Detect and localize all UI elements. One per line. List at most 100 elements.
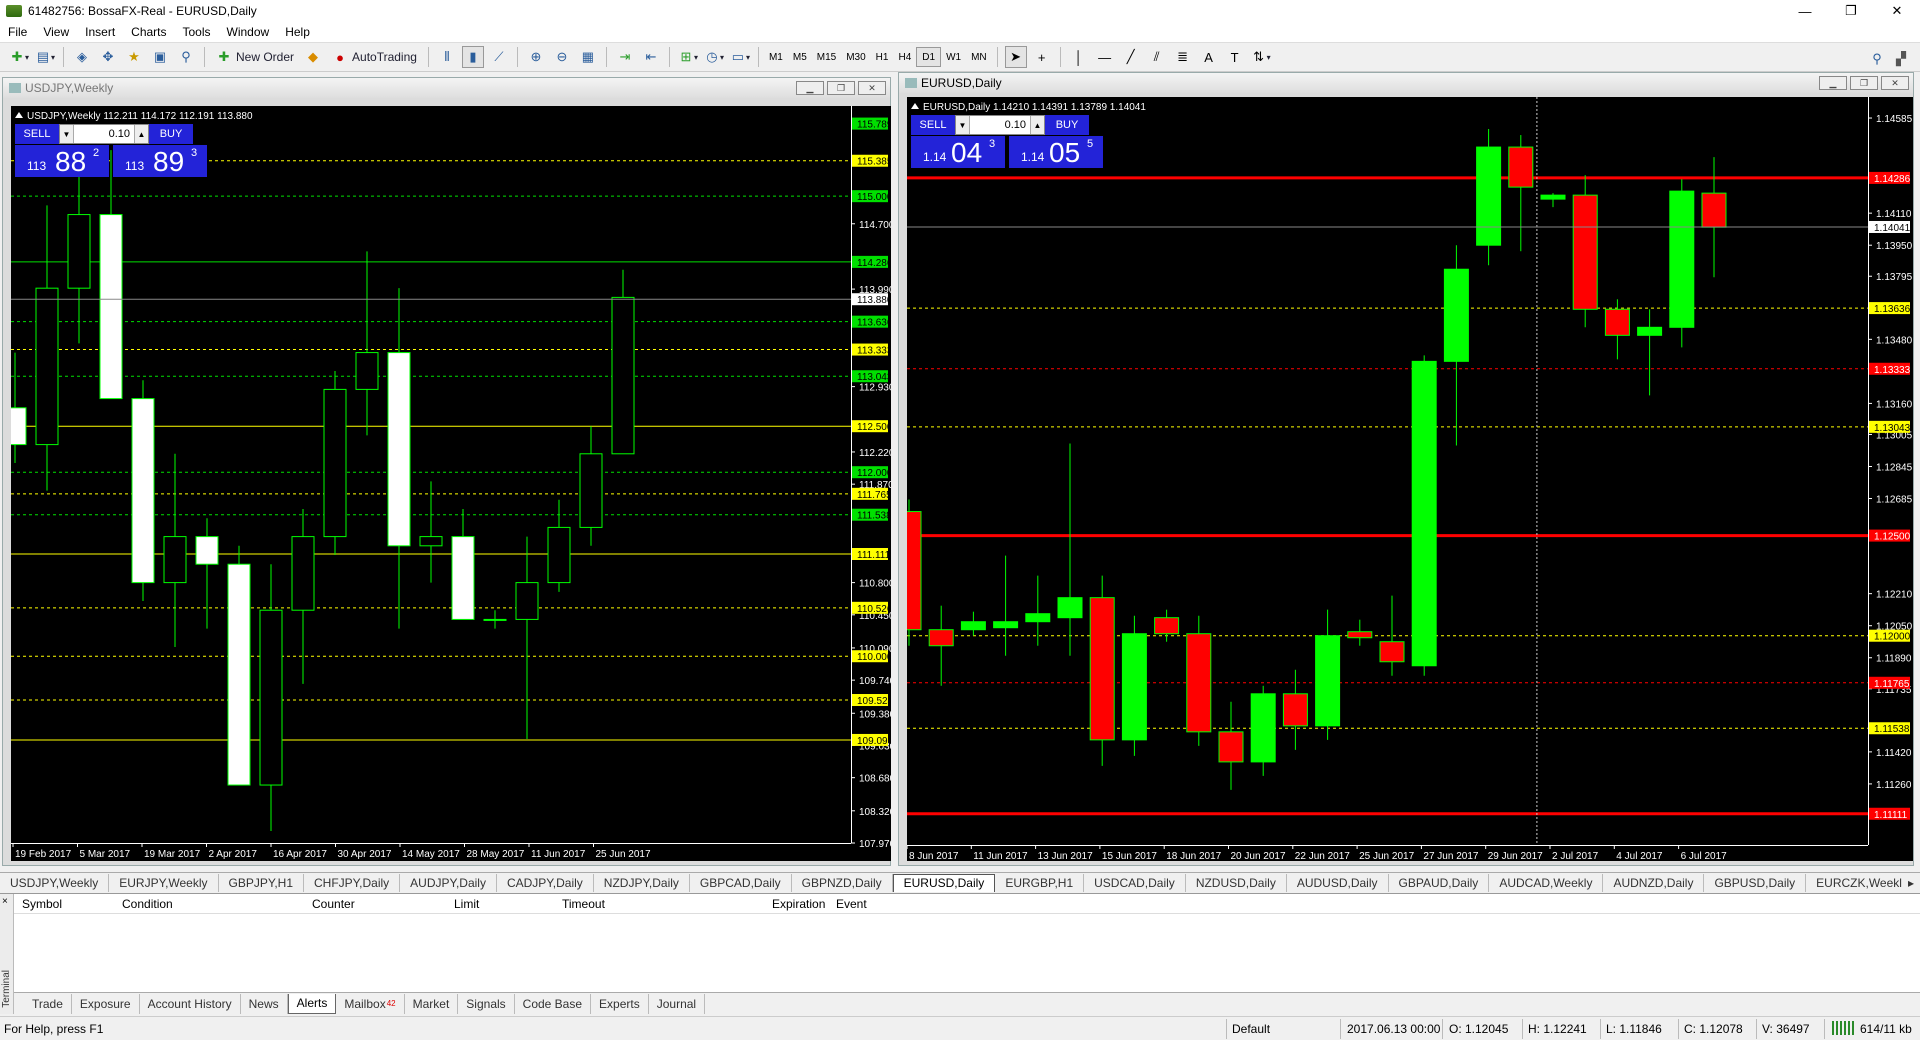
profiles-button[interactable]: ▤ ▾	[34, 46, 56, 68]
terminal-tab-signals[interactable]: Signals	[458, 993, 515, 1014]
restore-button[interactable]: ❐	[1828, 0, 1874, 22]
timeframe-m30[interactable]: M30	[841, 47, 870, 67]
menu-tools[interactable]: Tools	[175, 25, 219, 39]
cursor-tool-button[interactable]: ➤	[1004, 46, 1027, 68]
strategy-tester-button[interactable]: ⚲	[175, 46, 197, 68]
menu-insert[interactable]: Insert	[77, 25, 123, 39]
symbol-tab[interactable]: NZDUSD,Daily	[1186, 873, 1287, 892]
menu-file[interactable]: File	[0, 25, 35, 39]
timeframe-m15[interactable]: M15	[812, 47, 841, 67]
chart-close-button[interactable]: ✕	[858, 81, 886, 95]
sell-button[interactable]: SELL	[15, 124, 59, 144]
symbol-tab[interactable]: CHFJPY,Daily	[304, 873, 401, 892]
volume-decrease-icon[interactable]: ▼	[60, 125, 74, 143]
column-limit[interactable]: Limit	[454, 897, 479, 911]
timeframe-h4[interactable]: H4	[893, 47, 916, 67]
menu-charts[interactable]: Charts	[123, 25, 174, 39]
terminal-button[interactable]: ▣	[149, 46, 171, 68]
menu-window[interactable]: Window	[219, 25, 278, 39]
terminal-tab-mailbox[interactable]: Mailbox 42	[336, 993, 405, 1014]
symbol-tab[interactable]: AUDCAD,Weekly	[1489, 873, 1604, 892]
chart-minimize-button[interactable]: ▁	[796, 81, 824, 95]
symbol-tab[interactable]: GBPNZD,Daily	[792, 873, 893, 892]
terminal-tab-code-base[interactable]: Code Base	[515, 993, 592, 1014]
timeframe-d1[interactable]: D1	[916, 47, 942, 67]
meta-editor-button[interactable]: ◆	[302, 46, 324, 68]
data-window-button[interactable]: ✥	[97, 46, 119, 68]
crosshair-tool-button[interactable]: +	[1031, 46, 1053, 68]
ask-price-button[interactable]: 113 89 3	[113, 145, 207, 177]
terminal-tab-alerts[interactable]: Alerts	[287, 993, 337, 1014]
symbol-tab[interactable]: AUDNZD,Daily	[1603, 873, 1705, 892]
column-symbol[interactable]: Symbol	[22, 897, 62, 911]
symbol-tab[interactable]: EURJPY,Weekly	[109, 873, 219, 892]
terminal-tab-journal[interactable]: Journal	[649, 993, 706, 1014]
terminal-tab-trade[interactable]: Trade	[24, 993, 72, 1014]
column-timeout[interactable]: Timeout	[562, 897, 605, 911]
line-chart-button[interactable]: ⟋	[488, 46, 510, 68]
minimize-button[interactable]: —	[1782, 0, 1828, 22]
column-condition[interactable]: Condition	[122, 897, 173, 911]
volume-decrease-icon[interactable]: ▼	[956, 116, 970, 134]
equidistant-channel-button[interactable]: ⫽	[1146, 46, 1168, 68]
ask-price-button[interactable]: 1.14 05 5	[1009, 136, 1103, 168]
chart-minimize-button[interactable]: ▁	[1819, 76, 1847, 90]
buy-button[interactable]: BUY	[1045, 115, 1089, 135]
volume-input[interactable]: 0.10	[74, 125, 134, 143]
vertical-line-button[interactable]: │	[1068, 46, 1090, 68]
timeframe-mn[interactable]: MN	[966, 47, 992, 67]
bid-price-button[interactable]: 113 88 2	[15, 145, 109, 177]
chart-close-button[interactable]: ✕	[1881, 76, 1909, 90]
column-event[interactable]: Event	[836, 897, 867, 911]
text-tool-button[interactable]: A	[1198, 46, 1220, 68]
symbol-tab[interactable]: USDJPY,Weekly	[0, 873, 110, 892]
volume-increase-icon[interactable]: ▲	[134, 125, 148, 143]
navigator-button[interactable]: ★	[123, 46, 145, 68]
symbol-tab[interactable]: GBPUSD,Daily	[1704, 873, 1807, 892]
text-label-button[interactable]: T	[1224, 46, 1246, 68]
symbol-tab[interactable]: USDCAD,Daily	[1084, 873, 1186, 892]
fibonacci-button[interactable]: ≣	[1172, 46, 1194, 68]
menu-view[interactable]: View	[35, 25, 77, 39]
symbol-tab[interactable]: CADJPY,Daily	[497, 873, 594, 892]
tile-windows-button[interactable]: ▦	[577, 46, 599, 68]
chart-shift-button[interactable]: ⇤	[640, 46, 662, 68]
timeframe-w1[interactable]: W1	[941, 47, 966, 67]
symbol-tab[interactable]: EURUSD,Daily	[892, 873, 996, 892]
new-order-button[interactable]: ✚ New Order	[212, 46, 298, 68]
chart-maximize-button[interactable]: ❐	[1850, 76, 1878, 90]
terminal-tab-market[interactable]: Market	[405, 993, 459, 1014]
symbol-tab[interactable]: GBPJPY,H1	[219, 873, 305, 892]
volume-stepper[interactable]: ▼ 0.10 ▲	[955, 115, 1045, 135]
zoom-out-button[interactable]: ⊖	[551, 46, 573, 68]
terminal-tab-exposure[interactable]: Exposure	[72, 993, 140, 1014]
auto-trading-button[interactable]: ● AutoTrading	[328, 46, 421, 68]
chart-plot-usdjpy[interactable]: 114.700 113.990 112.930 112.220 111.870 110.8…	[11, 106, 891, 861]
new-chart-button[interactable]: ✚ ▾	[8, 46, 30, 68]
timeframe-h1[interactable]: H1	[871, 47, 894, 67]
symbol-tab[interactable]: NZDJPY,Daily	[594, 873, 690, 892]
horizontal-line-button[interactable]: —	[1094, 46, 1116, 68]
volume-increase-icon[interactable]: ▲	[1030, 116, 1044, 134]
symbol-tab[interactable]: GBPCAD,Daily	[690, 873, 792, 892]
terminal-tab-news[interactable]: News	[241, 993, 288, 1014]
timeframe-m5[interactable]: M5	[788, 47, 812, 67]
volume-stepper[interactable]: ▼ 0.10 ▲	[59, 124, 149, 144]
candlestick-button[interactable]: ▮	[461, 46, 484, 68]
market-watch-button[interactable]: ◈	[71, 46, 93, 68]
trendline-button[interactable]: ╱	[1120, 46, 1142, 68]
zoom-in-button[interactable]: ⊕	[525, 46, 547, 68]
symbol-tab[interactable]: EURGBP,H1	[995, 873, 1085, 892]
close-button[interactable]: ✕	[1874, 0, 1920, 22]
tab-scroll-right-icon[interactable]: ▸	[1901, 873, 1920, 892]
chart-maximize-button[interactable]: ❐	[827, 81, 855, 95]
periods-button[interactable]: ◷ ▾	[703, 46, 725, 68]
indicators-button[interactable]: ⊞ ▾	[677, 46, 699, 68]
symbol-tab[interactable]: AUDJPY,Daily	[400, 873, 497, 892]
symbol-tab[interactable]: AUDUSD,Daily	[1287, 873, 1389, 892]
chart-plot-eurusd[interactable]: 1.14585 1.14110 1.13950 1.13795 1.13480 1.131…	[907, 97, 1913, 861]
volume-input[interactable]: 0.10	[970, 116, 1030, 134]
timeframe-m1[interactable]: M1	[764, 47, 788, 67]
buy-button[interactable]: BUY	[149, 124, 193, 144]
terminal-close-icon[interactable]: ×	[2, 896, 8, 907]
